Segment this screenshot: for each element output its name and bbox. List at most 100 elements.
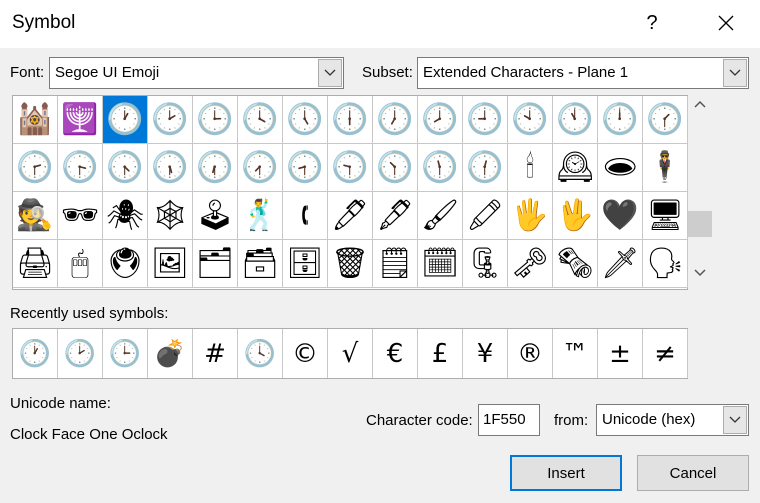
from-dropdown-button[interactable]	[723, 406, 747, 434]
symbol-cell[interactable]: 🕠	[148, 144, 193, 192]
symbol-cell[interactable]: 🕕	[328, 96, 373, 144]
symbol-cell[interactable]: 🕗	[418, 96, 463, 144]
symbol-cell[interactable]: 🕤	[328, 144, 373, 192]
recent-symbol-cell[interactable]: €	[373, 329, 418, 378]
from-combobox[interactable]: Unicode (hex)	[596, 404, 749, 436]
font-dropdown-button[interactable]	[318, 59, 342, 87]
chevron-up-icon	[694, 100, 706, 108]
symbol-cell[interactable]: 🖊	[328, 192, 373, 240]
insert-button[interactable]: Insert	[510, 455, 622, 491]
symbol-glyph: 🕑	[151, 101, 189, 137]
recent-symbol-cell[interactable]: 🕓	[238, 329, 283, 378]
symbol-cell[interactable]: 🕜	[643, 96, 688, 144]
cancel-button[interactable]: Cancel	[637, 455, 749, 491]
close-button[interactable]	[704, 4, 748, 42]
symbol-cell[interactable]: 🕞	[58, 144, 103, 192]
symbol-cell[interactable]: 🕟	[103, 144, 148, 192]
symbol-cell[interactable]: 🕷	[103, 192, 148, 240]
symbol-cell[interactable]: 🕑	[148, 96, 193, 144]
symbol-cell[interactable]: 🕣	[283, 144, 328, 192]
symbol-cell[interactable]: 🕢	[238, 144, 283, 192]
symbol-cell[interactable]: 🕸	[148, 192, 193, 240]
symbol-cell[interactable]: 🖋	[373, 192, 418, 240]
symbol-cell[interactable]: 🕰	[553, 144, 598, 192]
recent-label-text: Recently used symbols:	[10, 305, 169, 322]
recent-symbol-glyph: #	[204, 338, 226, 369]
help-button[interactable]: ?	[630, 4, 674, 42]
recent-symbol-cell[interactable]: ©	[283, 329, 328, 378]
symbol-cell[interactable]: 🖍	[463, 192, 508, 240]
recent-symbol-cell[interactable]: √	[328, 329, 373, 378]
symbol-cell[interactable]: 🕡	[193, 144, 238, 192]
recent-symbol-cell[interactable]: 💣	[148, 329, 193, 378]
symbol-cell[interactable]: 🕻	[283, 192, 328, 240]
symbol-cell[interactable]: 🖲	[103, 240, 148, 288]
font-value: Segoe UI Emoji	[55, 64, 160, 81]
symbol-cell[interactable]: 🕘	[463, 96, 508, 144]
symbol-cell[interactable]: 🖐	[508, 192, 553, 240]
symbol-grid-scrollbar[interactable]	[688, 95, 712, 290]
recent-symbol-cell[interactable]: ¥	[463, 329, 508, 378]
symbol-cell[interactable]: 🖌	[418, 192, 463, 240]
symbol-cell[interactable]: 🗓	[418, 240, 463, 288]
symbol-cell[interactable]: 🖖	[553, 192, 598, 240]
scrollbar-thumb[interactable]	[688, 211, 712, 237]
recent-symbol-cell[interactable]: 🕑	[58, 329, 103, 378]
symbol-cell[interactable]: 🖥	[643, 192, 688, 240]
symbol-cell[interactable]: 🗜	[463, 240, 508, 288]
recent-symbol-cell[interactable]: ®	[508, 329, 553, 378]
symbol-cell[interactable]: 🕙	[508, 96, 553, 144]
symbol-cell[interactable]: 🗞	[553, 240, 598, 288]
symbol-cell[interactable]: 🕦	[418, 144, 463, 192]
symbol-cell[interactable]: 🕒	[193, 96, 238, 144]
symbol-glyph: 🖲	[105, 245, 145, 281]
symbol-cell[interactable]: 🕚	[553, 96, 598, 144]
symbol-cell[interactable]: 🕳	[598, 144, 643, 192]
symbol-cell[interactable]: 🗃	[238, 240, 283, 288]
symbol-cell[interactable]: 🕶	[58, 192, 103, 240]
subset-dropdown-button[interactable]	[723, 59, 747, 87]
symbol-cell[interactable]: 🖱	[58, 240, 103, 288]
symbol-glyph: 🕧	[466, 149, 504, 185]
symbol-cell[interactable]: 🗒	[373, 240, 418, 288]
symbol-cell[interactable]: 🖤	[598, 192, 643, 240]
recent-symbol-cell[interactable]: 🕐	[13, 329, 58, 378]
symbol-cell[interactable]: 🗡	[598, 240, 643, 288]
symbol-cell[interactable]: 🕔	[283, 96, 328, 144]
recent-symbol-glyph: 💣	[153, 338, 187, 369]
symbol-cell[interactable]: 🕓	[238, 96, 283, 144]
subset-combobox[interactable]: Extended Characters - Plane 1	[417, 57, 749, 89]
symbol-cell[interactable]: 🗑	[328, 240, 373, 288]
recent-symbol-cell[interactable]: ±	[598, 329, 643, 378]
recent-symbol-cell[interactable]: 🕒	[103, 329, 148, 378]
scroll-down-button[interactable]	[688, 266, 712, 286]
symbol-cell[interactable]: 🕛	[598, 96, 643, 144]
symbol-cell[interactable]: 🗝	[508, 240, 553, 288]
recent-symbol-cell[interactable]: ≠	[643, 329, 688, 378]
symbol-cell[interactable]: 🗂	[193, 240, 238, 288]
symbol-cell[interactable]: 🕖	[373, 96, 418, 144]
character-code-input[interactable]: 1F550	[478, 404, 540, 436]
recent-symbol-glyph: ≠	[654, 338, 676, 369]
symbol-cell[interactable]: 🕎	[58, 96, 103, 144]
symbol-cell[interactable]: 🗣	[643, 240, 688, 288]
symbol-cell[interactable]: 🕍	[13, 96, 58, 144]
symbol-cell[interactable]: 🕯	[508, 144, 553, 192]
symbol-cell[interactable]: 🕥	[373, 144, 418, 192]
symbol-glyph: 🕶	[60, 197, 100, 233]
symbol-cell[interactable]: 🕺	[238, 192, 283, 240]
symbol-cell[interactable]: 🕐	[103, 96, 148, 144]
symbol-cell[interactable]: 🕵	[13, 192, 58, 240]
symbol-cell[interactable]: 🕧	[463, 144, 508, 192]
symbol-cell[interactable]: 🖨	[13, 240, 58, 288]
symbol-cell[interactable]: 🕴	[643, 144, 688, 192]
font-combobox[interactable]: Segoe UI Emoji	[49, 57, 344, 89]
recent-symbol-cell[interactable]: ™	[553, 329, 598, 378]
symbol-cell[interactable]: 🖼	[148, 240, 193, 288]
scroll-up-button[interactable]	[688, 99, 712, 119]
symbol-cell[interactable]: 🗄	[283, 240, 328, 288]
recent-symbol-cell[interactable]: #	[193, 329, 238, 378]
recent-symbol-cell[interactable]: £	[418, 329, 463, 378]
symbol-cell[interactable]: 🕹	[193, 192, 238, 240]
symbol-cell[interactable]: 🕝	[13, 144, 58, 192]
